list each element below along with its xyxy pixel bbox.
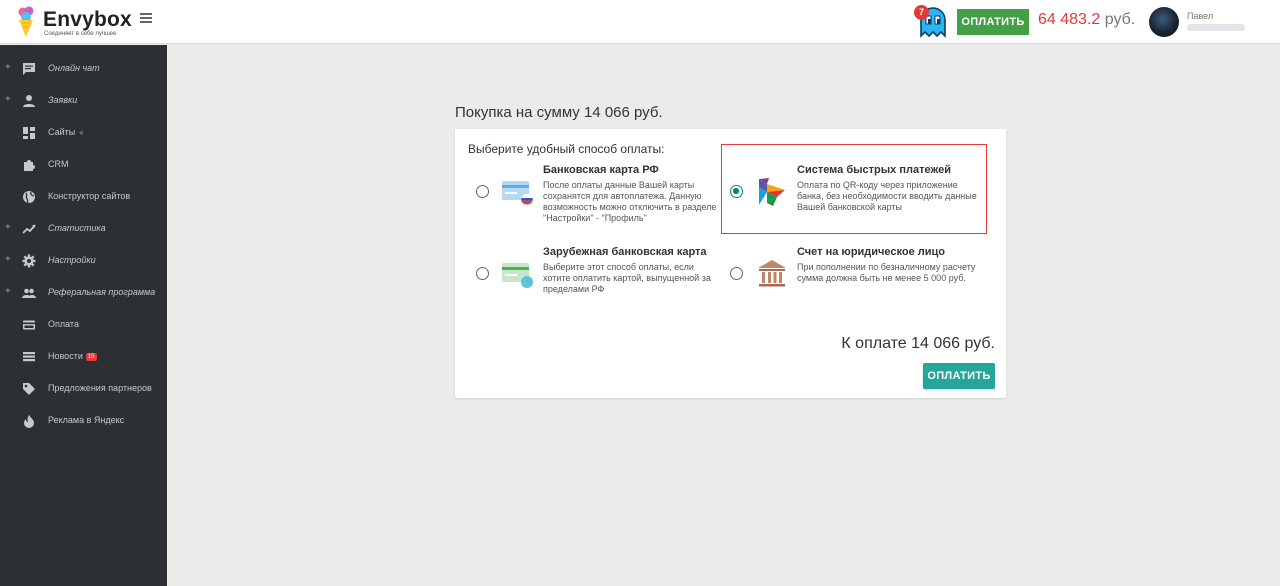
card-icon (23, 320, 35, 330)
fire-icon (24, 415, 34, 428)
option-description: После оплаты данные Вашей карты сохранят… (543, 180, 717, 223)
puzzle-icon (24, 160, 35, 171)
brand-logo[interactable]: Envybox Соединяет в себе лучшее (16, 6, 136, 40)
radio-ru-card[interactable] (476, 185, 489, 198)
expand-plus-icon[interactable]: + (5, 62, 11, 73)
sidebar-item-online-chat[interactable]: + Онлайн чат (0, 53, 167, 85)
group-icon (22, 288, 36, 298)
expand-plus-icon[interactable]: + (5, 254, 11, 265)
selected-option-highlight (721, 144, 987, 234)
pay-button[interactable]: ОПЛАТИТЬ (923, 363, 995, 389)
sidebar: + Онлайн чат + Заявки Сайты ★ CRM Констру… (0, 45, 167, 586)
sidebar-item-label: CRM (48, 159, 69, 169)
sidebar-item-label: Статистика (48, 223, 106, 233)
balance-currency: руб. (1104, 11, 1136, 28)
news-icon (23, 352, 35, 362)
sidebar-item-label: Настройки (48, 255, 96, 265)
option-description: При пополнении по безналичному расчету с… (797, 262, 976, 283)
sidebar-item-label: Онлайн чат (48, 63, 100, 73)
brand-tagline: Соединяет в себе лучшее (44, 31, 117, 37)
payment-option-legal-entity[interactable]: Счет на юридическое лицо При пополнении … (722, 245, 982, 335)
option-description: Выберите этот способ оплаты, если хотите… (543, 262, 711, 294)
radio-legal-entity[interactable] (730, 267, 743, 280)
sidebar-item-news[interactable]: Новости 15 (0, 341, 167, 373)
chat-icon (23, 63, 35, 75)
sidebar-item-sites[interactable]: Сайты ★ (0, 117, 167, 149)
user-subtitle-blurred (1187, 24, 1245, 31)
purchase-title: Покупка на сумму 14 066 руб. (455, 104, 663, 121)
balance-amount: 64 483.2 (1038, 11, 1101, 28)
bank-building-icon (758, 260, 786, 287)
radio-foreign-card[interactable] (476, 267, 489, 280)
option-title: Банковская карта РФ (543, 164, 659, 176)
user-name[interactable]: Павел (1187, 11, 1213, 21)
star-icon: ★ (78, 130, 85, 137)
sidebar-item-yandex-ads[interactable]: Реклама в Яндекс (0, 405, 167, 437)
expand-plus-icon[interactable]: + (5, 222, 11, 233)
sidebar-item-label: Конструктор сайтов (48, 191, 131, 201)
sidebar-item-label: Заявки (48, 95, 78, 105)
brand-name: Envybox (43, 8, 132, 31)
sidebar-item-statistics[interactable]: + Статистика (0, 213, 167, 245)
trending-icon (22, 224, 36, 234)
option-title: Счет на юридическое лицо (797, 246, 946, 258)
dashboard-icon (23, 127, 35, 139)
sidebar-item-label: Предложения партнеров (48, 383, 152, 393)
sidebar-item-label: Реклама в Яндекс (48, 415, 125, 425)
foreign-card-icon (502, 263, 533, 288)
expand-plus-icon[interactable]: + (5, 94, 11, 105)
total-amount: К оплате 14 066 руб. (841, 335, 995, 352)
sidebar-item-referral[interactable]: + Реферальная программа (0, 277, 167, 309)
menu-toggle-icon[interactable] (140, 13, 152, 27)
sidebar-item-requests[interactable]: + Заявки (0, 85, 167, 117)
choose-method-label: Выберите удобный способ оплаты: (468, 142, 665, 156)
globe-icon (23, 191, 35, 204)
header-pay-button[interactable]: ОПЛАТИТЬ (957, 9, 1029, 35)
news-count-badge: 15 (85, 353, 97, 361)
sidebar-item-label: Реферальная программа (48, 287, 156, 297)
top-header: Envybox Соединяет в себе лучшее 7 ОПЛАТИ… (0, 0, 1280, 44)
ice-cream-logo-icon (18, 6, 34, 37)
person-icon (23, 95, 35, 107)
payment-option-foreign-card[interactable]: Зарубежная банковская карта Выберите это… (468, 245, 728, 335)
sidebar-item-label: Оплата (48, 319, 79, 329)
gear-icon (22, 254, 36, 268)
sidebar-item-payment[interactable]: Оплата (0, 309, 167, 341)
sidebar-item-label: Новости 15 (48, 351, 97, 361)
payment-option-ru-card[interactable]: Банковская карта РФ После оплаты данные … (468, 163, 728, 253)
sidebar-item-partner-offers[interactable]: Предложения партнеров (0, 373, 167, 405)
user-avatar[interactable] (1149, 7, 1179, 37)
sidebar-item-crm[interactable]: CRM (0, 149, 167, 181)
sidebar-item-label: Сайты ★ (48, 127, 85, 137)
expand-plus-icon[interactable]: + (5, 286, 11, 297)
sidebar-item-site-builder[interactable]: Конструктор сайтов (0, 181, 167, 213)
bank-card-ru-icon (502, 181, 534, 207)
tag-icon (23, 383, 35, 395)
balance-display: 64 483.2 руб. (1038, 11, 1135, 29)
sidebar-item-settings[interactable]: + Настройки (0, 245, 167, 277)
option-title: Зарубежная банковская карта (543, 246, 707, 258)
notifications-badge[interactable]: 7 (914, 5, 929, 20)
